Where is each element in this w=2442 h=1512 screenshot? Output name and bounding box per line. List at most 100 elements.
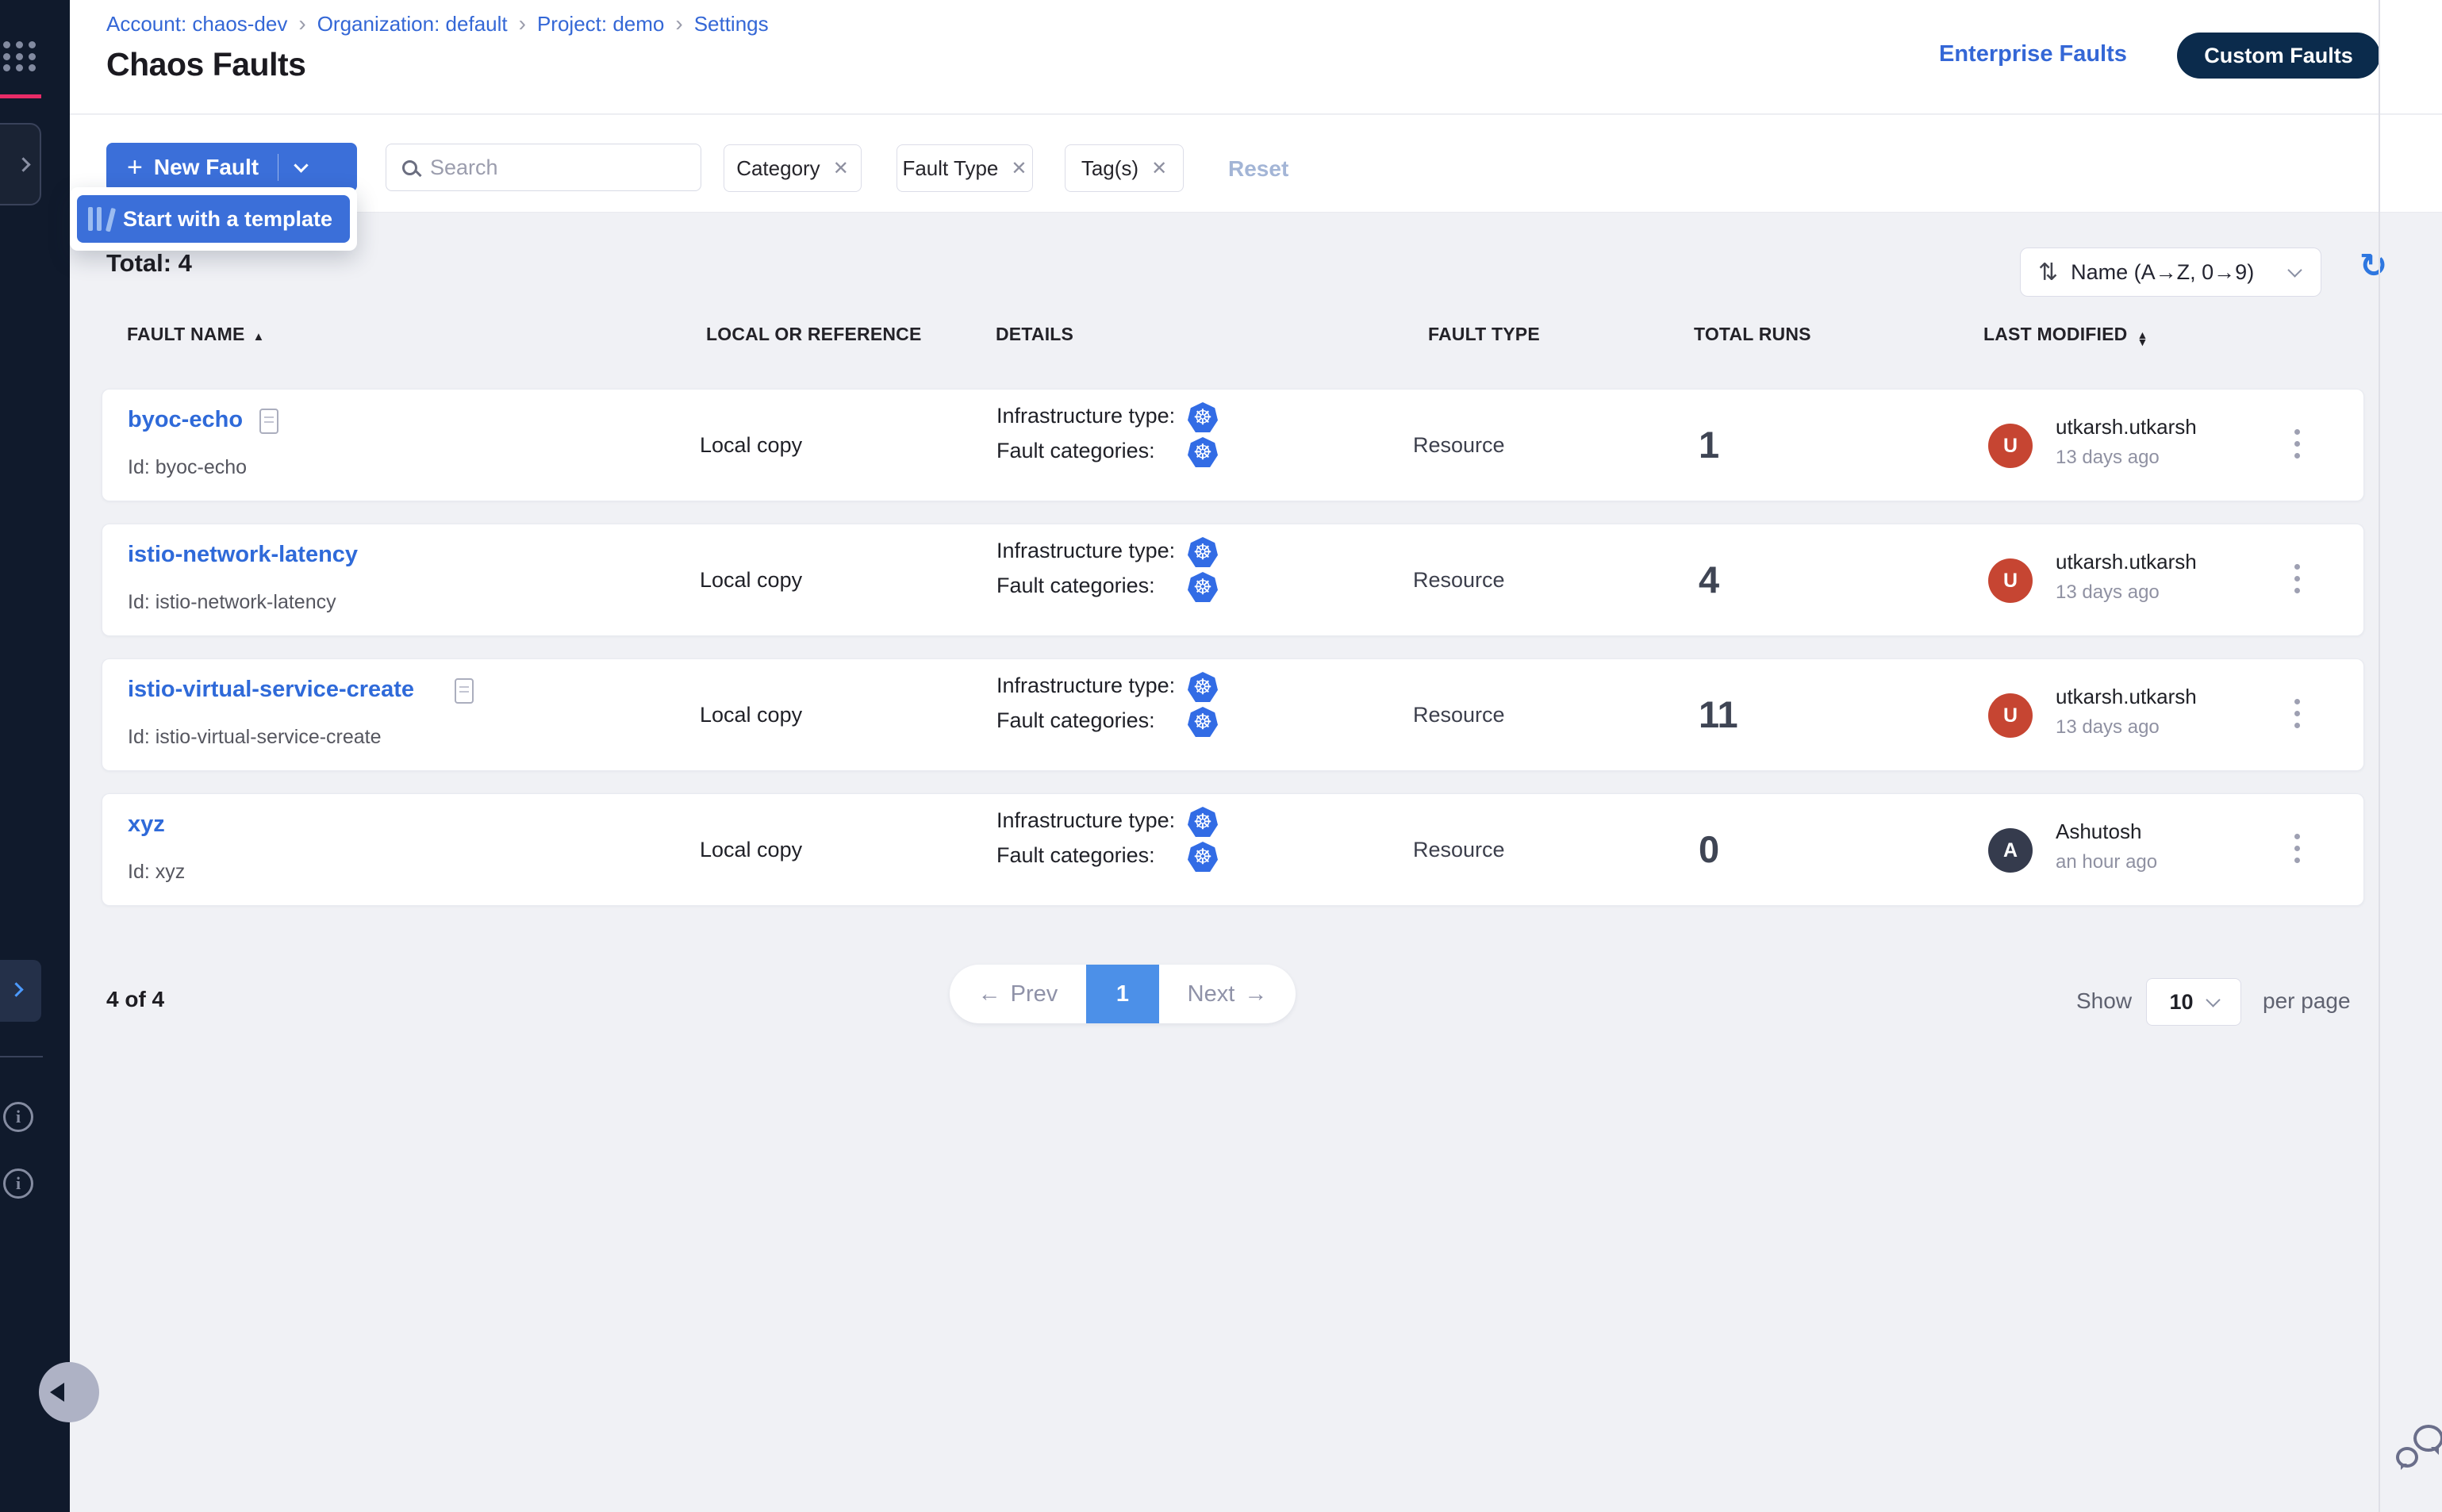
fault-categories-label: Fault categories:	[996, 574, 1155, 598]
breadcrumb-separator: ›	[298, 11, 305, 36]
fault-categories-label: Fault categories:	[996, 439, 1155, 463]
refresh-button[interactable]: ↻	[2359, 249, 2387, 282]
reset-filters-button[interactable]: Reset	[1228, 156, 1288, 182]
close-icon[interactable]: ✕	[1011, 157, 1027, 180]
close-icon[interactable]: ✕	[1151, 157, 1167, 180]
loading-accent-bar	[0, 94, 41, 98]
fault-name-link[interactable]: istio-network-latency	[128, 542, 358, 568]
filter-chip-fault-type[interactable]: Fault Type ✕	[897, 144, 1033, 192]
column-header-fault-name[interactable]: FAULT NAME ▲	[127, 324, 265, 345]
kubernetes-icon: ☸	[1188, 402, 1218, 432]
modified-time: 13 days ago	[2056, 716, 2160, 739]
start-with-template-menu-item[interactable]: Start with a template	[77, 195, 350, 243]
row-menu-kebab-icon[interactable]	[2290, 829, 2305, 868]
page-size-select[interactable]: 10	[2146, 978, 2241, 1026]
column-header-fault-type: FAULT TYPE	[1428, 324, 1540, 345]
prev-page-button[interactable]: ← Prev	[950, 965, 1086, 1023]
help-info-icon[interactable]: i	[3, 1102, 33, 1132]
left-arrow-icon: ←	[978, 981, 1001, 1007]
breadcrumb-project[interactable]: Project: demo	[537, 12, 664, 36]
avatar: U	[1988, 424, 2033, 468]
chat-support-icon[interactable]	[2396, 1425, 2442, 1469]
current-page-button[interactable]: 1	[1086, 965, 1159, 1023]
fault-row-istio-network-latency[interactable]: istio-network-latency Id: istio-network-…	[102, 524, 2364, 636]
modified-time: 13 days ago	[2056, 581, 2160, 604]
chevron-down-icon[interactable]	[294, 158, 308, 172]
close-icon[interactable]: ✕	[833, 157, 849, 180]
total-runs-value: 11	[1699, 693, 1738, 736]
new-fault-dropdown-menu: Start with a template	[70, 187, 357, 251]
kubernetes-icon: ☸	[1188, 537, 1218, 567]
breadcrumb-organization[interactable]: Organization: default	[317, 12, 508, 36]
left-nav-sidebar: i i	[0, 0, 70, 1512]
page-title: Chaos Faults	[106, 46, 305, 83]
plus-icon: +	[127, 152, 143, 183]
column-label: FAULT NAME	[127, 324, 245, 344]
sort-arrows-icon: ⇅	[2038, 259, 2058, 286]
modified-by-user: Ashutosh	[2056, 819, 2141, 844]
next-page-button[interactable]: Next →	[1159, 965, 1296, 1023]
search-input[interactable]	[430, 155, 668, 180]
fault-categories-label: Fault categories:	[996, 708, 1155, 733]
breadcrumb-separator: ›	[675, 11, 682, 36]
sort-dropdown[interactable]: ⇅ Name (A→Z, 0→9)	[2020, 248, 2321, 297]
infrastructure-type-label: Infrastructure type:	[996, 404, 1175, 428]
row-menu-kebab-icon[interactable]	[2290, 559, 2305, 598]
about-info-icon[interactable]: i	[3, 1169, 33, 1199]
custom-faults-button[interactable]: Custom Faults	[2177, 33, 2380, 79]
sidebar-collapse-handle[interactable]	[39, 1362, 99, 1422]
sort-asc-icon: ▲	[253, 330, 265, 343]
manifest-doc-icon[interactable]	[455, 678, 474, 704]
filter-chip-category[interactable]: Category ✕	[724, 144, 862, 192]
fault-row-byoc-echo[interactable]: byoc-echo Id: byoc-echo Local copy Infra…	[102, 389, 2364, 501]
manifest-doc-icon[interactable]	[259, 409, 278, 434]
per-page-label: per page	[2263, 988, 2351, 1014]
breadcrumb-separator: ›	[519, 11, 526, 36]
fault-type-value: Resource	[1413, 703, 1505, 727]
kubernetes-icon: ☸	[1188, 572, 1218, 602]
kubernetes-icon: ☸	[1188, 842, 1218, 872]
expand-modules-icon	[16, 157, 30, 171]
fault-categories-label: Fault categories:	[996, 843, 1155, 868]
filter-chip-label: Fault Type	[902, 156, 998, 181]
total-count-label: Total: 4	[106, 249, 192, 278]
fault-name-link[interactable]: xyz	[128, 812, 165, 838]
fault-type-value: Resource	[1413, 838, 1505, 862]
avatar: U	[1988, 693, 2033, 738]
fault-id-label: Id: byoc-echo	[128, 456, 247, 479]
modified-time: an hour ago	[2056, 851, 2157, 873]
collapse-left-icon	[50, 1383, 64, 1402]
kubernetes-icon: ☸	[1188, 707, 1218, 737]
local-or-reference-value: Local copy	[700, 568, 802, 593]
expand-sidebar-icon	[9, 982, 23, 996]
kubernetes-icon: ☸	[1188, 807, 1218, 837]
toolbar: + New Fault Category ✕ Fault Type ✕ Tag(…	[70, 115, 2442, 213]
app-grid-icon[interactable]	[3, 41, 38, 73]
fault-name-link[interactable]: byoc-echo	[128, 407, 243, 433]
fault-id-label: Id: istio-virtual-service-create	[128, 726, 382, 749]
fault-type-value: Resource	[1413, 568, 1505, 593]
column-header-local-or-reference: LOCAL OR REFERENCE	[706, 324, 922, 345]
speech-bubble-icon	[2396, 1447, 2418, 1468]
breadcrumb-settings[interactable]: Settings	[694, 12, 769, 36]
filter-chip-tags[interactable]: Tag(s) ✕	[1065, 144, 1184, 192]
template-icon	[88, 207, 110, 231]
breadcrumb-account[interactable]: Account: chaos-dev	[106, 12, 287, 36]
row-menu-kebab-icon[interactable]	[2290, 694, 2305, 733]
local-or-reference-value: Local copy	[700, 703, 802, 727]
fault-row-istio-virtual-service-create[interactable]: istio-virtual-service-create Id: istio-v…	[102, 658, 2364, 771]
module-nav-collapsed-panel[interactable]	[0, 123, 41, 205]
result-count-label: 4 of 4	[106, 987, 164, 1012]
fault-name-link[interactable]: istio-virtual-service-create	[128, 677, 414, 703]
kubernetes-icon: ☸	[1188, 672, 1218, 702]
expand-sidebar-button[interactable]	[0, 960, 41, 1022]
column-header-last-modified[interactable]: LAST MODIFIED▲▼	[1983, 324, 2148, 345]
row-menu-kebab-icon[interactable]	[2290, 424, 2305, 463]
menu-item-label: Start with a template	[123, 207, 332, 232]
local-or-reference-value: Local copy	[700, 838, 802, 862]
enterprise-faults-link[interactable]: Enterprise Faults	[1939, 41, 2127, 67]
chevron-down-icon	[2206, 992, 2220, 1007]
new-fault-button[interactable]: + New Fault	[106, 143, 357, 192]
page-header: Account: chaos-dev › Organization: defau…	[70, 0, 2442, 114]
fault-row-xyz[interactable]: xyz Id: xyz Local copy Infrastructure ty…	[102, 793, 2364, 906]
